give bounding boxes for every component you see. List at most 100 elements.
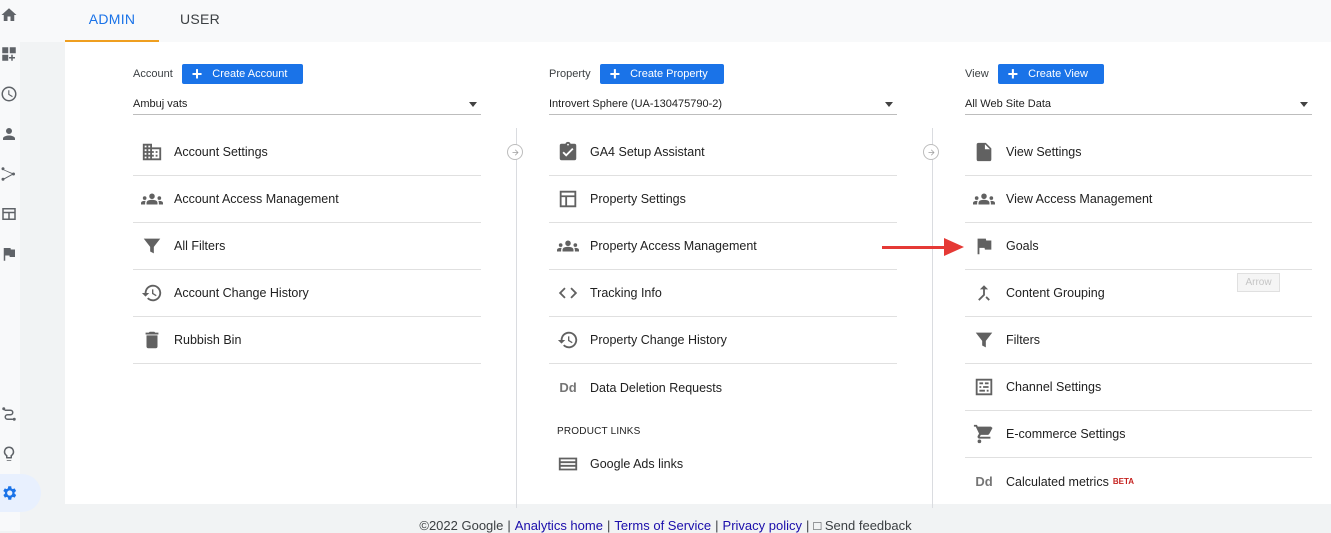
person-icon[interactable] [0, 124, 20, 144]
flag-icon[interactable] [0, 244, 20, 264]
admin-user-tabs: ADMIN USER [20, 0, 1331, 42]
history-icon [557, 329, 579, 351]
account-access-management-item[interactable]: Account Access Management [133, 176, 481, 223]
property-access-management-label: Property Access Management [590, 239, 757, 253]
behavior-icon[interactable] [0, 204, 20, 224]
channel-settings-label: Channel Settings [1006, 380, 1102, 394]
dashboard-customize-icon[interactable] [0, 44, 20, 64]
goals-item[interactable]: Goals [965, 223, 1312, 270]
tab-user[interactable]: USER [173, 0, 227, 42]
document-icon [973, 141, 995, 163]
people-icon [557, 235, 579, 257]
view-selected-value: All Web Site Data [965, 98, 1052, 110]
account-access-management-label: Account Access Management [174, 192, 339, 206]
view-settings-item[interactable]: View Settings [965, 129, 1312, 176]
admin-gear-nav[interactable] [0, 474, 41, 512]
lightbulb-icon[interactable] [0, 444, 20, 464]
calculated-metrics-label: Calculated metrics [1006, 474, 1109, 489]
view-access-management-item[interactable]: View Access Management [965, 176, 1312, 223]
trash-icon [141, 329, 163, 351]
property-selector[interactable]: Introvert Sphere (UA-130475790-2) [549, 93, 897, 115]
column-divider [932, 128, 933, 508]
account-selector[interactable]: Ambuj vats [133, 93, 481, 115]
attribution-icon[interactable] [0, 404, 20, 424]
history-icon [141, 282, 163, 304]
all-filters-label: All Filters [174, 239, 226, 253]
create-account-button[interactable]: + Create Account [181, 64, 304, 84]
annotation-arrow-shaft [882, 246, 948, 249]
tracking-info-item[interactable]: Tracking Info [549, 270, 897, 317]
caret-down-icon [469, 102, 477, 107]
property-settings-item[interactable]: Property Settings [549, 176, 897, 223]
rubbish-bin-label: Rubbish Bin [174, 333, 242, 347]
caret-down-icon [1300, 102, 1308, 107]
data-deletion-requests-label: Data Deletion Requests [590, 380, 723, 395]
plus-icon: + [191, 64, 203, 84]
people-icon [973, 188, 995, 210]
account-settings-item[interactable]: Account Settings [133, 129, 481, 176]
property-access-management-item[interactable]: Property Access Management [549, 223, 897, 270]
clock-icon[interactable] [0, 84, 20, 104]
account-settings-label: Account Settings [174, 145, 268, 159]
data-deletion-requests-item[interactable]: Dd Data Deletion Requests [549, 364, 897, 411]
account-change-history-item[interactable]: Account Change History [133, 270, 481, 317]
filter-icon [973, 329, 995, 351]
data-deletion-icon: Dd [559, 380, 577, 395]
google-ads-links-label: Google Ads links [590, 456, 684, 471]
ecommerce-settings-label: E-commerce Settings [1006, 427, 1126, 441]
property-label: Property [549, 68, 591, 80]
goals-label: Goals [1006, 239, 1039, 253]
caret-down-icon [885, 102, 893, 107]
merge-icon [973, 282, 995, 304]
gear-icon [3, 486, 17, 500]
create-account-label: Create Account [212, 68, 288, 80]
view-settings-label: View Settings [1006, 145, 1082, 159]
channel-settings-item[interactable]: Channel Settings [965, 364, 1312, 411]
arrow-right-icon [923, 144, 939, 160]
account-label: Account [133, 68, 173, 80]
arrow-tooltip: Arrow [1237, 273, 1280, 292]
all-filters-item[interactable]: All Filters [133, 223, 481, 270]
plus-icon: + [609, 64, 621, 84]
column-divider [516, 128, 517, 508]
ga4-setup-assistant-item[interactable]: GA4 Setup Assistant [549, 129, 897, 176]
account-change-history-label: Account Change History [174, 286, 309, 300]
product-links-heading: PRODUCT LINKS [557, 426, 641, 437]
tracking-info-label: Tracking Info [590, 286, 662, 300]
layout-icon [557, 188, 579, 210]
create-property-button[interactable]: + Create Property [599, 64, 724, 84]
google-ads-links-item[interactable]: Google Ads links [549, 440, 897, 487]
property-selected-value: Introvert Sphere (UA-130475790-2) [549, 98, 723, 110]
home-icon[interactable] [0, 5, 20, 25]
annotation-arrow-head [944, 238, 964, 256]
calculated-metrics-item[interactable]: Dd Calculated metrics BETA [965, 458, 1312, 505]
cart-icon [973, 423, 995, 445]
arrow-right-icon [507, 144, 523, 160]
left-nav-rail [0, 0, 20, 531]
filters-item[interactable]: Filters [965, 317, 1312, 364]
property-header: Property + Create Property [549, 64, 724, 84]
ecommerce-settings-item[interactable]: E-commerce Settings [965, 411, 1312, 458]
acquisition-icon[interactable] [0, 164, 20, 184]
checklist-icon [557, 141, 579, 163]
flag-icon [973, 235, 995, 257]
property-change-history-label: Property Change History [590, 333, 727, 347]
filters-label: Filters [1006, 333, 1041, 347]
beta-badge: BETA [1112, 477, 1135, 486]
ga4-setup-assistant-label: GA4 Setup Assistant [590, 145, 705, 159]
plus-icon: + [1007, 64, 1019, 84]
calculated-metrics-icon: Dd [975, 474, 993, 489]
content-grouping-label: Content Grouping [1006, 286, 1105, 300]
view-label: View [965, 68, 989, 80]
channel-settings-icon [973, 376, 995, 398]
tab-admin[interactable]: ADMIN [65, 0, 159, 42]
create-view-label: Create View [1028, 68, 1088, 80]
rubbish-bin-item[interactable]: Rubbish Bin [133, 317, 481, 364]
account-header: Account + Create Account [133, 64, 304, 84]
create-view-button[interactable]: + Create View [997, 64, 1104, 84]
view-header: View + Create View [965, 64, 1104, 84]
view-selector[interactable]: All Web Site Data [965, 93, 1312, 115]
create-property-label: Create Property [630, 68, 708, 80]
people-icon [141, 188, 163, 210]
property-change-history-item[interactable]: Property Change History [549, 317, 897, 364]
